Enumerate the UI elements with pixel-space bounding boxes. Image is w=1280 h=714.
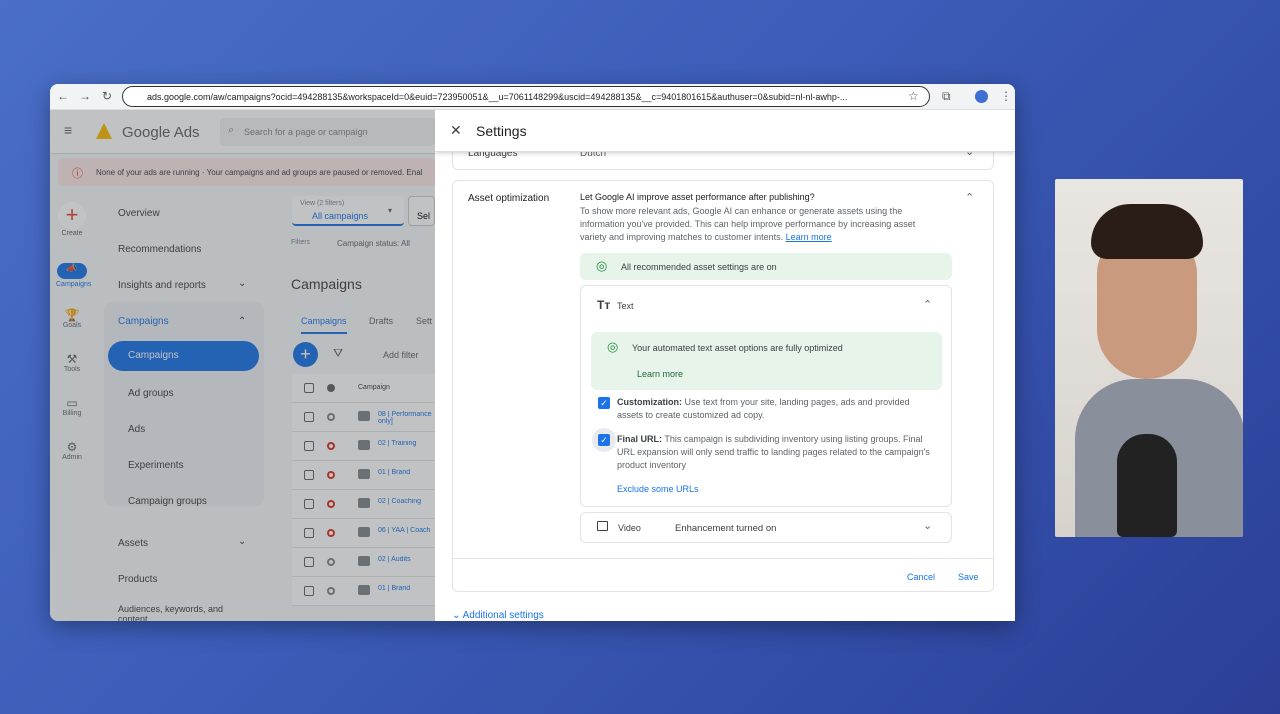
final-url-checkbox[interactable]: ✓: [598, 434, 610, 446]
menu-kebab-icon[interactable]: ⋮: [1000, 89, 1012, 103]
forward-icon[interactable]: →: [79, 89, 91, 103]
text-optimized-banner: ◎ Your automated text asset options are f…: [591, 332, 942, 390]
cancel-button[interactable]: Cancel: [907, 572, 935, 582]
back-icon[interactable]: ←: [57, 89, 69, 103]
video-asset-row[interactable]: Video Enhancement turned on ⌄: [580, 512, 952, 543]
profile-avatar[interactable]: [975, 90, 988, 103]
microphone: [1117, 434, 1177, 537]
customization-text: Customization: Use text from your site, …: [617, 397, 910, 420]
text-learn-more-link[interactable]: Learn more: [637, 369, 683, 379]
video-icon: [597, 521, 608, 531]
text-format-icon: Tт: [597, 298, 611, 312]
asset-description: To show more relevant ads, Google AI can…: [580, 206, 916, 242]
settings-panel: ✕ Settings Languages Dutch ⌄ Asset optim…: [435, 110, 1015, 621]
asset-question: Let Google AI improve asset performance …: [580, 192, 815, 202]
chevron-up-icon[interactable]: ⌃: [965, 191, 974, 204]
reload-icon[interactable]: ↻: [102, 89, 112, 103]
asset-optimization-card: Asset optimization Let Google AI improve…: [452, 180, 994, 592]
address-bar[interactable]: ads.google.com/aw/campaigns?ocid=4942881…: [122, 86, 930, 107]
bookmark-star-icon[interactable]: ☆: [908, 89, 919, 103]
check-circle-icon: ◎: [596, 258, 608, 273]
final-url-text: Final URL: This campaign is subdividing …: [617, 434, 930, 470]
extensions-icon[interactable]: ⧉: [942, 89, 951, 104]
chevron-up-icon[interactable]: ⌃: [923, 298, 932, 311]
browser-toolbar: ← → ↻ ads.google.com/aw/campaigns?ocid=4…: [50, 84, 1015, 110]
settings-header: ✕ Settings: [435, 110, 1015, 152]
url-text: ads.google.com/aw/campaigns?ocid=4942881…: [147, 92, 848, 102]
learn-more-link[interactable]: Learn more: [786, 232, 832, 242]
asset-optimization-label: Asset optimization: [468, 193, 550, 204]
modal-backdrop[interactable]: [50, 110, 435, 621]
text-asset-card: Tт Text ⌃ ◎ Your automated text asset opt…: [580, 285, 952, 507]
settings-title: Settings: [476, 123, 527, 139]
text-label: Text: [617, 301, 634, 311]
all-on-banner: ◎ All recommended asset settings are on: [580, 253, 952, 280]
chevron-down-icon: ⌄: [452, 610, 463, 621]
close-icon[interactable]: ✕: [450, 122, 462, 139]
customization-checkbox[interactable]: ✓: [598, 397, 610, 409]
save-button[interactable]: Save: [958, 572, 979, 582]
exclude-urls-link[interactable]: Exclude some URLs: [617, 484, 699, 494]
divider: [453, 558, 993, 559]
webcam-video: [1055, 179, 1243, 537]
presenter-hair: [1091, 204, 1203, 259]
check-circle-icon: ◎: [607, 339, 619, 354]
chevron-down-icon: ⌄: [923, 520, 933, 532]
additional-settings-toggle[interactable]: ⌄ Additional settings: [452, 610, 544, 621]
